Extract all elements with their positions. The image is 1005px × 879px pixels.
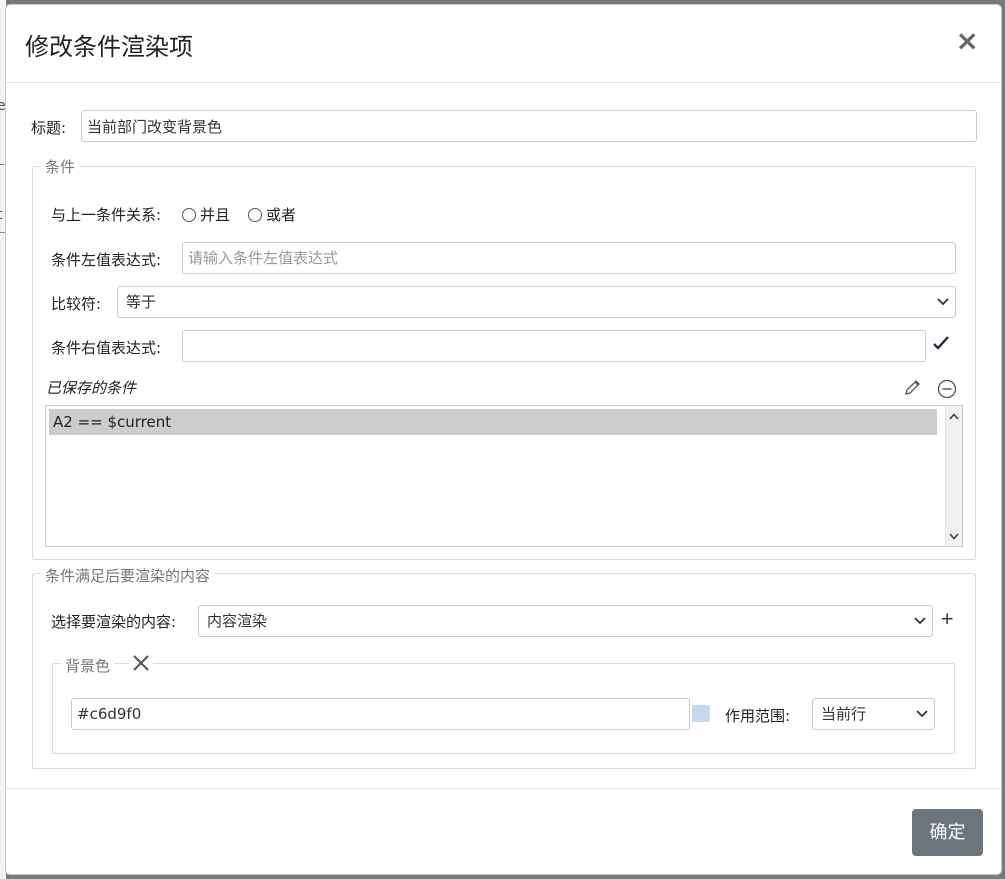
chevron-down-icon — [937, 287, 949, 317]
title-label: 标题: — [31, 119, 67, 137]
remove-circle-icon[interactable] — [937, 379, 957, 403]
render-legend: 条件满足后要渲染的内容 — [41, 565, 215, 586]
right-expr-label: 条件右值表达式: — [51, 339, 162, 357]
radio-or-circle[interactable] — [248, 207, 262, 222]
operator-select[interactable]: 等于 — [117, 286, 956, 318]
modal-title: 修改条件渲染项 — [25, 33, 193, 61]
color-input[interactable] — [71, 698, 690, 730]
footer-divider — [6, 788, 1001, 789]
color-swatch[interactable] — [692, 705, 710, 722]
radio-or-label: 或者 — [266, 206, 297, 224]
scope-select[interactable]: 当前行 — [812, 698, 935, 730]
close-icon[interactable] — [129, 654, 153, 676]
saved-conditions-label: 已保存的条件 — [46, 379, 137, 397]
scroll-down-icon[interactable] — [946, 528, 962, 544]
saved-conditions-list[interactable]: A2 == $current — [45, 405, 963, 547]
saved-condition-item[interactable]: A2 == $current — [49, 409, 937, 435]
background-color-legend: 背景色 — [61, 655, 115, 676]
render-select-label: 选择要渲染的内容: — [51, 613, 177, 631]
add-render-button[interactable]: + — [940, 609, 954, 629]
left-expr-input[interactable] — [182, 242, 956, 274]
radio-and[interactable]: 并且 — [182, 204, 230, 225]
operator-label: 比较符: — [51, 295, 102, 313]
scroll-up-icon[interactable] — [946, 408, 962, 424]
checkmark-icon[interactable] — [932, 335, 950, 355]
render-content-select[interactable]: 内容渲染 — [198, 605, 933, 637]
relation-label: 与上一条件关系: — [51, 206, 162, 224]
right-expr-input[interactable] — [182, 330, 926, 362]
close-button[interactable]: × — [956, 27, 979, 55]
modal-header: 修改条件渲染项 × — [6, 5, 1001, 83]
title-input[interactable] — [81, 110, 977, 142]
radio-or[interactable]: 或者 — [248, 204, 296, 225]
scrollbar[interactable] — [945, 406, 962, 546]
radio-and-circle[interactable] — [182, 207, 196, 222]
backdrop-text: t — [0, 207, 3, 223]
operator-value: 等于 — [126, 293, 157, 311]
scope-label: 作用范围: — [725, 707, 791, 725]
left-expr-label: 条件左值表达式: — [51, 251, 162, 269]
radio-and-label: 并且 — [200, 206, 231, 224]
conditions-legend: 条件 — [41, 156, 80, 177]
chevron-down-icon — [916, 699, 928, 729]
edit-condition-dialog: 修改条件渲染项 × 标题: 条件 与上一条件关系: 并且 或者 条件左值表达式:… — [5, 4, 1002, 875]
pencil-icon[interactable] — [903, 379, 921, 401]
scope-value: 当前行 — [821, 705, 867, 723]
render-select-value: 内容渲染 — [207, 612, 268, 630]
chevron-down-icon — [914, 606, 926, 636]
confirm-button[interactable]: 确定 — [912, 809, 983, 856]
